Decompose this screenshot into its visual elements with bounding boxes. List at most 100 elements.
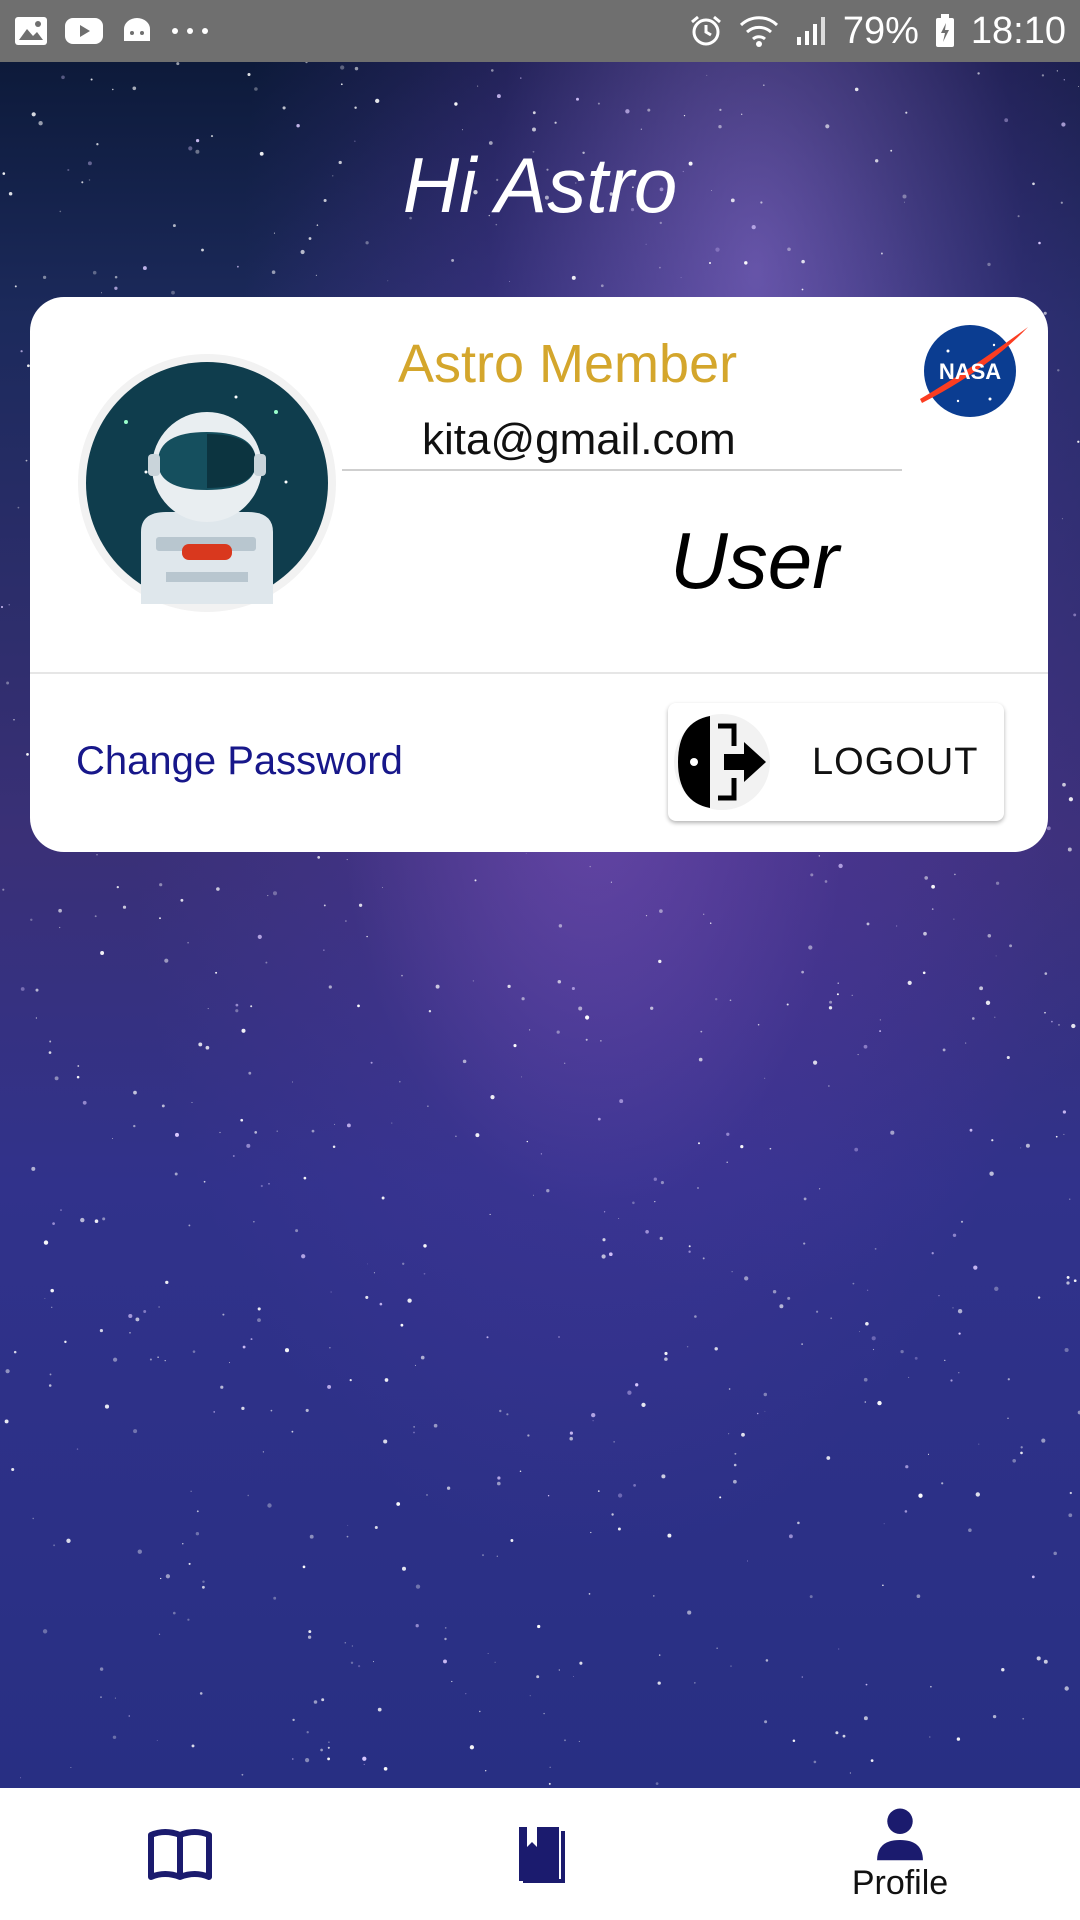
star [687, 1610, 692, 1615]
star [1007, 1378, 1010, 1381]
star [763, 1392, 768, 1397]
star [237, 265, 239, 268]
star [282, 106, 286, 110]
star [399, 1080, 401, 1083]
star [554, 121, 557, 124]
star [536, 1675, 540, 1679]
star [396, 1502, 401, 1506]
star [42, 1629, 48, 1634]
star [508, 281, 510, 282]
star [716, 1647, 718, 1649]
android-icon [124, 18, 150, 41]
star [323, 904, 326, 907]
star [494, 1661, 496, 1663]
star [872, 1348, 875, 1351]
star [160, 1577, 162, 1580]
star [526, 1140, 528, 1143]
signal-icon [796, 17, 825, 45]
star [657, 1681, 661, 1685]
star [836, 993, 839, 996]
star [26, 753, 29, 756]
star [1055, 1135, 1058, 1138]
star [70, 1767, 72, 1768]
star [571, 275, 576, 280]
star [235, 1003, 239, 1007]
logout-icon [674, 714, 770, 810]
star [216, 887, 220, 891]
email-field[interactable]: kita@gmail.com [342, 409, 902, 471]
star [273, 1596, 277, 1600]
star [265, 961, 268, 964]
star [866, 922, 870, 926]
star [1057, 369, 1060, 372]
star [384, 1378, 389, 1382]
star [731, 1271, 733, 1273]
star [564, 1062, 566, 1064]
status-left [14, 15, 210, 47]
star [617, 1527, 621, 1531]
star [80, 1217, 85, 1223]
star [1073, 613, 1077, 617]
battery-icon [935, 14, 954, 47]
star [714, 997, 718, 1001]
star [944, 1359, 946, 1362]
star [308, 1630, 312, 1634]
nav-item-profile[interactable]: Profile [720, 1788, 1080, 1920]
star [619, 1099, 624, 1104]
star [786, 1003, 789, 1006]
star [358, 1665, 361, 1668]
star [307, 1635, 312, 1639]
star [683, 115, 686, 117]
star [958, 1332, 961, 1335]
star [661, 1474, 666, 1479]
star [597, 1117, 601, 1121]
star [1073, 1279, 1077, 1283]
star [228, 1362, 231, 1364]
star [94, 915, 97, 918]
astronaut-icon [86, 362, 328, 604]
star [53, 1544, 56, 1547]
star [851, 994, 853, 997]
star [958, 1372, 960, 1374]
star [435, 984, 440, 989]
star [971, 1017, 975, 1020]
star [370, 1061, 373, 1064]
star [1007, 1417, 1009, 1419]
star [803, 1197, 807, 1201]
nav-item-bookmarks[interactable] [360, 1788, 720, 1920]
star [923, 931, 927, 936]
star [540, 1153, 543, 1155]
nav-item-library[interactable] [0, 1788, 360, 1920]
logout-button[interactable]: LOGOUT [668, 703, 1004, 821]
star [864, 1401, 867, 1403]
star [787, 247, 791, 252]
star [5, 1369, 10, 1374]
star [375, 98, 380, 104]
star [346, 1535, 349, 1538]
star [496, 94, 501, 99]
star [929, 1736, 931, 1738]
star [519, 1470, 522, 1472]
star [14, 285, 17, 288]
star [82, 1100, 87, 1105]
star [51, 1306, 53, 1308]
star [330, 1291, 332, 1293]
change-password-link[interactable]: Change Password [76, 739, 403, 784]
star [158, 1306, 160, 1308]
star [602, 1238, 606, 1242]
star [302, 1565, 306, 1569]
star [446, 1486, 451, 1490]
nav-label-profile: Profile [851, 1863, 949, 1902]
star [930, 1685, 932, 1688]
star [741, 113, 743, 115]
star [92, 270, 97, 275]
star [497, 1476, 501, 1480]
star [813, 1760, 817, 1764]
star [11, 1467, 15, 1472]
star [250, 1005, 253, 1008]
star [1077, 440, 1080, 443]
star [994, 1016, 996, 1018]
star [950, 1379, 953, 1382]
star [954, 873, 956, 876]
star [454, 102, 458, 106]
